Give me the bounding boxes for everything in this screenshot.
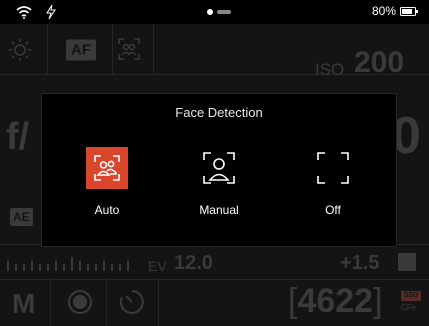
aperture-label: f/ (6, 116, 30, 158)
face-detect-auto-icon (86, 147, 128, 189)
bottom-status-row: M [4622] SSD CFe (0, 278, 429, 326)
shooting-mode: M (12, 288, 36, 319)
face-detect-small-icon (118, 38, 140, 60)
option-manual[interactable]: Manual (180, 147, 258, 227)
iso-value: 200 (354, 46, 405, 79)
top-settings-row: AF ISO 200 (0, 24, 429, 79)
option-off[interactable]: Off (294, 147, 372, 227)
status-bar: 80% (0, 0, 429, 24)
shots-remaining: 4622 (297, 282, 374, 320)
page-dot (217, 10, 231, 14)
page-indicator (207, 9, 233, 15)
flash-icon (398, 253, 416, 271)
ssd-badge: SSD (401, 291, 421, 301)
exposure-row: EV 12.0 +1.5 (0, 244, 429, 280)
storage-type: CFe (401, 303, 417, 312)
exposure-scale (7, 257, 129, 271)
divider (47, 24, 48, 74)
option-manual-label: Manual (199, 203, 239, 217)
white-balance-sun-icon (9, 39, 31, 61)
divider (50, 278, 51, 326)
face-detect-manual-icon (203, 152, 235, 184)
divider (153, 24, 154, 74)
divider (106, 278, 107, 326)
dialog-title: Face Detection (175, 105, 263, 120)
option-auto-label: Auto (94, 203, 120, 217)
battery-percent: 80% (372, 4, 397, 18)
iso-label: ISO (315, 60, 345, 79)
wifi-icon (16, 6, 32, 19)
self-timer-icon (119, 290, 144, 314)
ae-badge: AE (10, 208, 33, 226)
exposure-compensation: +1.5 (340, 252, 380, 274)
record-icon (68, 290, 92, 314)
page-dot-active (207, 9, 213, 15)
ev-value: 12.0 (174, 252, 213, 274)
option-auto[interactable]: Auto (68, 147, 146, 227)
ev-label: EV (148, 258, 167, 274)
face-detect-off-icon (317, 152, 349, 184)
option-off-label: Off (325, 203, 341, 217)
camera-screen: 80% AF ISO 200 f/ 0 AE EV 12.0 +1.5 M [4… (0, 0, 429, 326)
divider (112, 24, 113, 74)
face-detection-dialog: Face Detection Auto Manual Off (41, 93, 397, 247)
battery-icon (400, 7, 418, 16)
divider (158, 278, 159, 326)
shots-remaining-box: [4622] (288, 282, 383, 320)
af-badge: AF (66, 39, 96, 61)
lightning-icon (46, 5, 56, 19)
